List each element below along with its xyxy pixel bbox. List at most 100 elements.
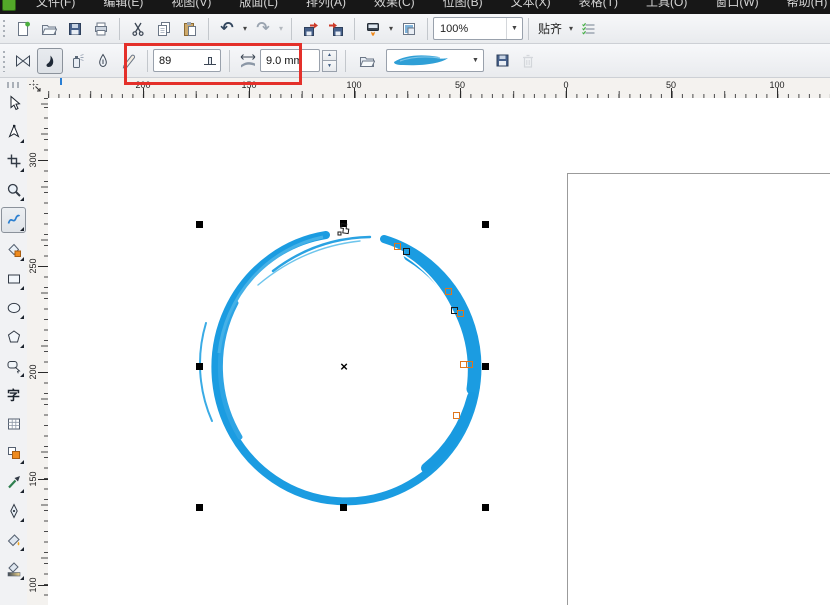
- property-bar: 89 9.0 mm ▲ ▼ ▼: [0, 44, 830, 78]
- zoom-level-combo[interactable]: 100% ▼: [433, 17, 523, 40]
- toolbox-grip[interactable]: [6, 82, 21, 88]
- selection-handle-bottom-right[interactable]: [482, 504, 489, 511]
- menu-view[interactable]: 视图(V): [157, 0, 225, 11]
- selection-center-marker[interactable]: ×: [340, 360, 348, 373]
- stroke-width-field[interactable]: 9.0 mm: [260, 49, 320, 72]
- shape-tool-icon: [6, 124, 22, 140]
- menu-layout[interactable]: 版面(L): [225, 0, 292, 11]
- freehand-artistic-media-tool[interactable]: [1, 207, 26, 233]
- new-document-button[interactable]: [11, 17, 35, 41]
- toolbar-grip[interactable]: [1, 18, 8, 39]
- ruler-label: 100: [769, 80, 785, 90]
- print-button[interactable]: [89, 17, 113, 41]
- outline-pen-tool[interactable]: [2, 499, 25, 523]
- curve-node[interactable]: [453, 412, 460, 419]
- polygon-tool[interactable]: [2, 325, 25, 349]
- selection-handle-top-left[interactable]: [196, 221, 203, 228]
- open-button[interactable]: [37, 17, 61, 41]
- brush-mode-button[interactable]: [37, 47, 63, 74]
- menu-window[interactable]: 窗口(W): [701, 0, 772, 11]
- menu-effects[interactable]: 效果(C): [360, 0, 429, 11]
- menu-table[interactable]: 表格(T): [565, 0, 632, 11]
- spin-down-button[interactable]: ▼: [322, 61, 337, 72]
- selection-handle-top-right[interactable]: [482, 221, 489, 228]
- table-tool[interactable]: [2, 412, 25, 436]
- vertical-ruler[interactable]: 300 250 200 150 100: [27, 98, 49, 605]
- horizontal-ruler[interactable]: 200 150 100 50 0 50 100: [48, 78, 830, 99]
- menu-text[interactable]: 文本(X): [497, 0, 565, 11]
- ruler-cursor-marker: [60, 78, 62, 85]
- freehand-tool-icon: [6, 212, 22, 228]
- save-artistic-media-stroke-button[interactable]: [490, 49, 514, 73]
- smoothing-slider-icon[interactable]: [202, 54, 220, 68]
- rectangle-tool[interactable]: [2, 267, 25, 291]
- basic-shapes-tool[interactable]: [2, 354, 25, 378]
- cut-button[interactable]: [126, 17, 150, 41]
- fill-tool[interactable]: [2, 528, 25, 552]
- selection-handle-middle-left[interactable]: [196, 363, 203, 370]
- trash-icon: [520, 53, 536, 69]
- basic-shapes-tool-icon: [6, 358, 22, 374]
- smart-fill-tool[interactable]: [2, 238, 25, 262]
- drawing-canvas[interactable]: ×: [48, 98, 830, 605]
- menu-bitmaps[interactable]: 位图(B): [429, 0, 497, 11]
- pick-tool[interactable]: [2, 91, 25, 115]
- menu-edit[interactable]: 编辑(E): [89, 0, 157, 11]
- stroke-preview-arrow-icon[interactable]: ▼: [468, 50, 483, 71]
- blend-tool[interactable]: [2, 441, 25, 465]
- curve-node[interactable]: [466, 361, 473, 368]
- ruler-label: 200: [28, 364, 38, 380]
- snap-to-dropdown-arrow[interactable]: ▾: [566, 24, 576, 33]
- welcome-screen-button[interactable]: [397, 17, 421, 41]
- color-eyedropper-tool[interactable]: [2, 470, 25, 494]
- copy-button[interactable]: [152, 17, 176, 41]
- crop-tool[interactable]: [2, 149, 25, 173]
- zoom-tool-icon: [6, 182, 22, 198]
- menu-arrange[interactable]: 排列(A): [292, 0, 360, 11]
- zoom-tool[interactable]: [2, 178, 25, 202]
- polygon-tool-icon: [6, 329, 22, 345]
- save-button[interactable]: [63, 17, 87, 41]
- curve-node[interactable]: [445, 288, 452, 295]
- property-bar-grip[interactable]: [1, 48, 8, 73]
- toolbox: 字: [0, 78, 28, 605]
- open-folder-icon: [41, 21, 57, 37]
- stroke-list-preview-dropdown[interactable]: ▼: [386, 49, 484, 72]
- curve-node[interactable]: [457, 310, 464, 317]
- sprayer-mode-button[interactable]: [65, 49, 89, 73]
- brush-mode-icon: [42, 53, 58, 69]
- save-icon: [67, 21, 83, 37]
- shape-tool[interactable]: [2, 120, 25, 144]
- text-tool[interactable]: 字: [2, 383, 25, 407]
- freehand-smoothing-field[interactable]: 89: [153, 49, 221, 72]
- menu-tools[interactable]: 工具(O): [632, 0, 701, 11]
- undo-button[interactable]: ↶: [215, 17, 239, 41]
- curve-node[interactable]: [403, 248, 410, 255]
- selection-handle-middle-right[interactable]: [482, 363, 489, 370]
- selection-handle-bottom-left[interactable]: [196, 504, 203, 511]
- zoom-combo-arrow-icon[interactable]: ▼: [506, 18, 522, 39]
- interactive-fill-tool[interactable]: [2, 557, 25, 581]
- selection-handle-bottom-center[interactable]: [340, 504, 347, 511]
- ruler-origin[interactable]: [27, 78, 48, 98]
- spin-up-button[interactable]: ▲: [322, 49, 337, 61]
- import-button[interactable]: [298, 17, 322, 41]
- ruler-label: 50: [454, 80, 466, 90]
- menu-file[interactable]: 文件(F): [22, 0, 89, 11]
- undo-dropdown-arrow[interactable]: ▾: [240, 24, 250, 33]
- options-button[interactable]: [577, 17, 601, 41]
- pressure-pen-mode-button[interactable]: [117, 49, 141, 73]
- browse-folder-button[interactable]: [355, 49, 379, 73]
- stroke-preview-swatch: [387, 53, 468, 68]
- application-launcher-button[interactable]: [361, 17, 385, 41]
- paste-button[interactable]: [178, 17, 202, 41]
- snap-to-button[interactable]: 贴齐: [534, 17, 566, 40]
- export-button[interactable]: [324, 17, 348, 41]
- application-launcher-dropdown-arrow[interactable]: ▾: [386, 24, 396, 33]
- coreldraw-window: 文件(F) 编辑(E) 视图(V) 版面(L) 排列(A) 效果(C) 位图(B…: [0, 0, 830, 605]
- preset-mode-button[interactable]: [11, 49, 35, 73]
- calligraphic-mode-button[interactable]: [91, 49, 115, 73]
- ellipse-tool[interactable]: [2, 296, 25, 320]
- curve-node[interactable]: [394, 243, 401, 250]
- menu-help[interactable]: 帮助(H): [773, 0, 830, 11]
